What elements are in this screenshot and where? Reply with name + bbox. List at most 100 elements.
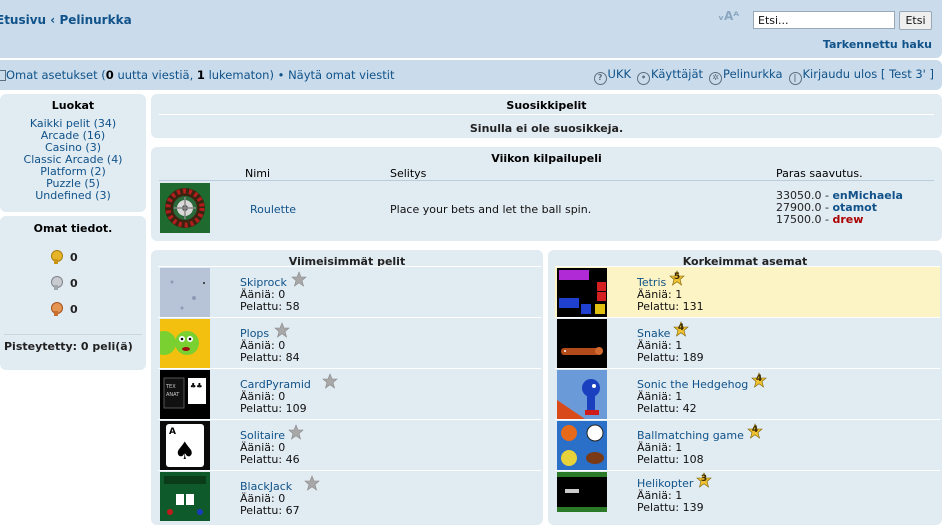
rated-count: Pisteytetty: 0 peli(ä) [4,340,133,353]
silver-trophy-icon [50,276,63,291]
col-header-description: Selitys [390,167,427,180]
sonic-thumbnail[interactable] [557,370,607,419]
search-button[interactable]: Etsi [899,11,932,30]
game-played: Pelattu: 139 [637,501,704,514]
navbar-right: ? UKK • Käyttäjät ✲ Pelinurkka | Kirjaudu ul… [593,67,934,85]
divider [4,334,142,335]
game-played: Pelattu: 46 [240,453,300,466]
score-row: 17500.0 - drew [776,213,864,226]
divider [159,114,934,115]
game-played: Pelattu: 189 [637,351,704,364]
blackjack-thumbnail[interactable] [160,472,210,521]
star-icon[interactable] [322,373,338,389]
rank-star-icon: 5 [669,270,685,286]
weekly-game-description: Place your bets and let the ball spin. [390,203,592,216]
svg-text:♣♣: ♣♣ [190,382,203,390]
my-info-title: Omat tiedot. [33,222,113,235]
category-link[interactable]: Undefined (3) [0,190,146,202]
categories-panel: Luokat Kaikki pelit (34) Arcade (16) Cas… [0,94,146,212]
svg-text:ANAT: ANAT [166,392,180,398]
game-played: Pelattu: 42 [637,402,697,415]
svg-text:♠: ♠ [174,437,196,465]
user-link[interactable]: drew [832,213,863,226]
snake-thumbnail[interactable] [557,319,607,368]
power-icon: | [788,72,802,85]
star-icon[interactable] [304,475,320,491]
list-item: BlackJack Ääniä: 0 Pelattu: 67 [158,470,541,521]
font-size-toggle-icon[interactable]: ᵥAᴬ [718,9,739,23]
star-icon[interactable] [288,424,304,440]
game-played: Pelattu: 108 [637,453,704,466]
arcade-link[interactable]: ✲ Pelinurkka [709,67,783,85]
helikopter-thumbnail[interactable] [557,472,607,512]
ballmatching-thumbnail[interactable] [557,421,607,470]
rank-star-icon: 4 [751,372,767,388]
top-games-panel: Korkeimmat asemat Tetris 5 Ääniä: 1 Pela… [548,250,942,525]
navbar: Omat asetukset (0 uutta viestiä, 1 lukem… [0,60,942,90]
breadcrumb-separator: ‹ [50,13,56,27]
list-item: Snake 4 Ääniä: 1 Pelattu: 189 [555,317,940,368]
list-item: Tetris 5 Ääniä: 1 Pelattu: 131 [555,266,940,317]
users-link[interactable]: • Käyttäjät [637,67,703,85]
list-item: Skiprock Ääniä: 0 Pelattu: 58 [158,266,541,317]
advanced-search-link[interactable]: Tarkennettu haku [823,38,932,51]
new-messages-link[interactable]: uutta viestiä, [117,68,193,82]
list-item: ♣♣ TEX ANAT CardPyramid Ääniä: 0 Pelattu: … [158,368,541,419]
game-played: Pelattu: 131 [637,300,704,313]
settings-link[interactable]: Omat asetukset [6,68,98,82]
list-item: Plops Ääniä: 0 Pelattu: 84 [158,317,541,368]
logout-link[interactable]: | Kirjaudu ulos [ Test 3' ] [788,67,934,85]
cardpyramid-thumbnail[interactable]: ♣♣ TEX ANAT [160,370,210,419]
weekly-scores: 33050.0 - enMichaela 27900.0 - otamot 17… [776,190,903,226]
game-played: Pelattu: 58 [240,300,300,313]
col-header-name: Nimi [245,167,271,180]
breadcrumb-current-link[interactable]: Pelinurkka [59,13,131,27]
categories-title: Luokat [51,99,95,112]
recent-games-panel: Viimeisimmät pelit Skiprock Ääniä: 0 Pel… [151,250,543,525]
col-header-best: Paras saavutus. [776,167,863,180]
users-icon: • [637,72,651,85]
skiprock-thumbnail[interactable] [160,268,210,317]
bronze-medal-row: 0 [50,302,78,317]
weekly-game-panel: Viikon kilpailupeli Nimi Selitys Paras s… [151,147,942,241]
favorites-empty-message: Sinulla ei ole suosikkeja. [469,122,624,135]
arcade-icon: ✲ [709,72,723,85]
breadcrumb-home-link[interactable]: Etusivu [0,13,46,27]
star-icon[interactable] [291,271,307,287]
weekly-title: Viikon kilpailupeli [491,152,602,165]
my-info-panel: Omat tiedot. 0 0 0 Pisteytetty: 0 peli(ä… [0,216,146,370]
rank-star-icon: 4 [673,321,689,337]
plops-thumbnail[interactable] [160,319,210,368]
svg-text:A: A [169,427,176,437]
unread-count: 1 [196,68,205,82]
rank-star-icon: 3 [696,472,712,488]
top-games-list: Tetris 5 Ääniä: 1 Pelattu: 131 Snake 4 Ä… [555,266,940,514]
list-item: Helikopter 3 Ääniä: 1 Pelattu: 139 [555,470,940,514]
solitaire-thumbnail[interactable]: A ♠ [160,421,210,470]
faq-link[interactable]: ? UKK [593,67,631,85]
list-item: Ballmatching game 4 Ääniä: 1 Pelattu: 10… [555,419,940,470]
game-played: Pelattu: 67 [240,504,300,517]
roulette-thumbnail[interactable] [160,183,210,233]
own-posts-link[interactable]: Näytä omat viestit [288,68,394,82]
search-input[interactable] [753,11,895,29]
unread-link[interactable]: lukematon) [209,68,274,82]
tetris-thumbnail[interactable] [557,268,607,317]
faq-icon: ? [593,72,607,85]
bullet-separator: • [277,68,285,82]
favorites-title: Suosikkipelit [506,99,587,112]
game-played: Pelattu: 109 [240,402,307,415]
bronze-trophy-icon [50,302,63,317]
weekly-game-link[interactable]: Roulette [250,203,296,216]
silver-medal-row: 0 [50,276,78,291]
rank-star-icon: 4 [747,423,763,439]
categories-list: Kaikki pelit (34) Arcade (16) Casino (3)… [0,118,146,202]
list-item: Sonic the Hedgehog 4 Ääniä: 1 Pelattu: 4… [555,368,940,419]
divider [159,180,934,181]
svg-text:TEX: TEX [165,384,176,390]
navbar-left: Omat asetukset (0 uutta viestiä, 1 lukem… [0,68,394,82]
star-icon[interactable] [274,322,290,338]
list-item: A ♠ Solitaire Ääniä: 0 Pelattu: 46 [158,419,541,470]
recent-games-list: Skiprock Ääniä: 0 Pelattu: 58 Plops Ääni… [158,266,541,521]
game-played: Pelattu: 84 [240,351,300,364]
